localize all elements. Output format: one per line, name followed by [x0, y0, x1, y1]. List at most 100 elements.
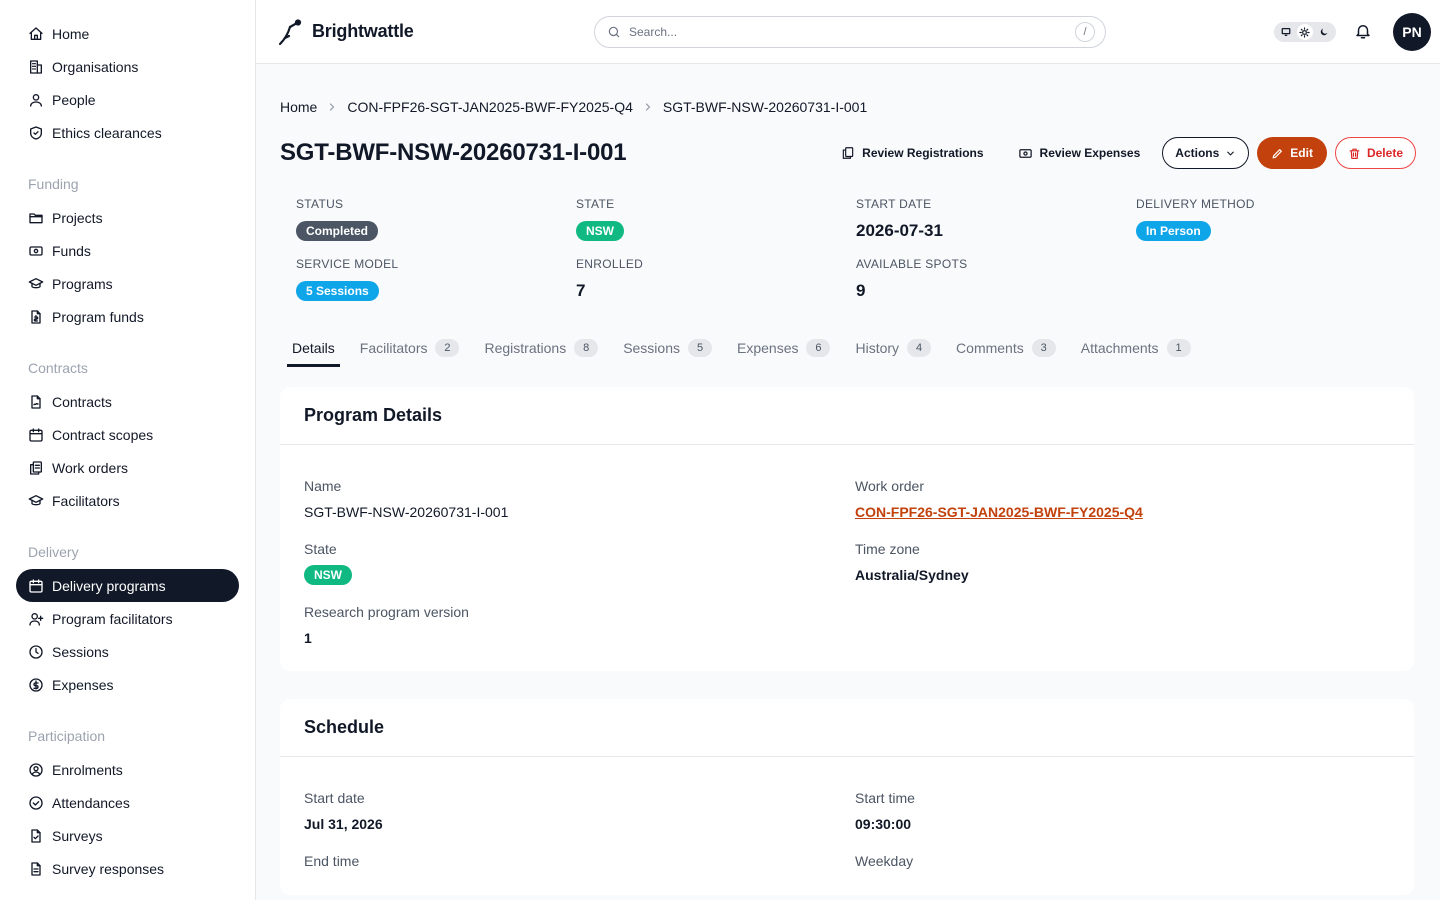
user-circle-icon [29, 762, 43, 777]
trash-icon [1349, 148, 1360, 159]
stat-label: ENROLLED [576, 257, 644, 271]
sidebar-item-program-facilitators[interactable]: Program facilitators [16, 602, 239, 635]
field-label: State [304, 541, 337, 557]
tab-details[interactable]: Details [287, 331, 340, 367]
sidebar-item-label: Surveys [52, 827, 103, 844]
sidebar-item-label: Delivery programs [52, 577, 166, 594]
sidebar-item-program-funds[interactable]: Program funds [16, 300, 239, 333]
sidebar-item-survey-responses[interactable]: Survey responses [16, 852, 239, 885]
state-badge: NSW [576, 221, 624, 241]
stat-delivery-method: DELIVERY METHOD In Person [1136, 197, 1416, 243]
sidebar-item-label: Home [52, 25, 90, 42]
graduation-cap-icon [28, 494, 44, 505]
review-expenses-button[interactable]: Review Expenses [1006, 137, 1153, 169]
search-box[interactable]: / [594, 16, 1106, 48]
sidebar-item-contracts[interactable]: Contracts [16, 385, 239, 418]
sidebar-item-ethics-clearances[interactable]: Ethics clearances [16, 116, 239, 149]
field-label: Start date [304, 790, 365, 806]
theme-toggle[interactable] [1274, 22, 1336, 42]
sidebar-item-work-orders[interactable]: Work orders [16, 451, 239, 484]
sidebar-item-label: Program facilitators [52, 610, 173, 627]
field-research-program-version: Research program version 1 [304, 604, 855, 647]
tab-count-badge: 1 [1166, 339, 1191, 357]
stat-state: STATE NSW [576, 197, 856, 243]
sidebar-item-facilitators[interactable]: Facilitators [16, 484, 239, 517]
work-order-link[interactable]: CON-FPF26-SGT-JAN2025-BWF-FY2025-Q4 [855, 504, 1143, 520]
stat-label: AVAILABLE SPOTS [856, 257, 968, 271]
sidebar-item-surveys[interactable]: Surveys [16, 819, 239, 852]
field-label: Work order [855, 478, 924, 494]
tab-attachments[interactable]: Attachments 1 [1076, 331, 1196, 365]
sidebar-item-delivery-programs[interactable]: Delivery programs [16, 569, 239, 602]
sidebar-item-label: Facilitators [52, 492, 120, 509]
theme-light-option[interactable] [1296, 24, 1313, 40]
field-start-date: Start date Jul 31, 2026 [304, 790, 855, 833]
sidebar-item-people[interactable]: People [16, 83, 239, 116]
review-registrations-button[interactable]: Review Registrations [829, 137, 995, 169]
delivery-method-badge: In Person [1136, 221, 1211, 241]
breadcrumb-home[interactable]: Home [280, 99, 317, 115]
clock-icon [29, 644, 43, 659]
stat-label: STATUS [296, 197, 344, 211]
sidebar-item-home[interactable]: Home [16, 17, 239, 50]
sun-icon [1299, 26, 1311, 38]
file-text-icon [31, 861, 41, 876]
title-row: SGT-BWF-NSW-20260731-I-001 Review Regist… [280, 135, 1416, 171]
tab-count-badge: 3 [1031, 339, 1056, 357]
notifications-button[interactable] [1354, 22, 1372, 43]
clipboard-copy-icon [30, 460, 42, 475]
tab-label: Details [292, 339, 335, 356]
actions-dropdown-button[interactable]: Actions [1162, 137, 1250, 169]
tab-sessions[interactable]: Sessions 5 [618, 331, 717, 365]
sidebar-item-attendances[interactable]: Attendances [16, 786, 239, 819]
stat-label: STATE [576, 197, 615, 211]
program-details-card: Program Details Name SGT-BWF-NSW-2026073… [280, 387, 1414, 671]
tab-registrations[interactable]: Registrations 8 [479, 331, 603, 365]
brand[interactable]: Brightwattle [276, 18, 414, 46]
sidebar-item-label: Expenses [52, 676, 114, 693]
brand-name: Brightwattle [312, 21, 414, 41]
sidebar-item-enrolments[interactable]: Enrolments [16, 753, 239, 786]
moon-icon [1320, 28, 1327, 36]
sidebar-item-label: Program funds [52, 308, 144, 325]
stat-label: START DATE [856, 197, 932, 211]
delete-button[interactable]: Delete [1334, 137, 1416, 169]
page-title: SGT-BWF-NSW-20260731-I-001 [280, 139, 627, 166]
building-icon [30, 59, 42, 74]
sidebar-item-label: People [52, 91, 96, 108]
avatar[interactable]: PN [1393, 13, 1431, 51]
stat-label: SERVICE MODEL [296, 257, 399, 271]
calendar-icon [29, 578, 43, 593]
review-expenses-label: Review Expenses [1039, 146, 1141, 160]
stat-enrolled: ENROLLED 7 [576, 257, 856, 303]
sidebar: Home Organisations People Ethics clearan… [0, 0, 256, 900]
sidebar-item-projects[interactable]: Projects [16, 201, 239, 234]
search-input[interactable] [629, 25, 1075, 39]
clipboard-icon [842, 147, 854, 159]
file-dollar-icon [31, 309, 41, 324]
sidebar-item-programs[interactable]: Programs [16, 267, 239, 300]
sidebar-item-expenses[interactable]: Expenses [16, 668, 239, 701]
tab-count-badge: 8 [574, 339, 599, 357]
check-circle-icon [29, 795, 43, 810]
chevron-right-icon [642, 101, 654, 113]
theme-system-option[interactable] [1278, 24, 1294, 40]
tab-expenses[interactable]: Expenses 6 [732, 331, 835, 365]
tab-comments[interactable]: Comments 3 [951, 331, 1061, 365]
tab-label: History [855, 340, 900, 356]
sidebar-item-sessions[interactable]: Sessions [16, 635, 239, 668]
sidebar-item-organisations[interactable]: Organisations [16, 50, 239, 83]
sidebar-item-funds[interactable]: Funds [16, 234, 239, 267]
tab-facilitators[interactable]: Facilitators 2 [355, 331, 465, 365]
search-icon [608, 26, 620, 38]
calendar-icon [29, 427, 43, 442]
sidebar-item-contract-scopes[interactable]: Contract scopes [16, 418, 239, 451]
search-shortcut-hint: / [1075, 22, 1095, 42]
breadcrumb-work-order[interactable]: CON-FPF26-SGT-JAN2025-BWF-FY2025-Q4 [347, 99, 633, 115]
theme-dark-option[interactable] [1316, 24, 1332, 40]
tab-history[interactable]: History 4 [850, 331, 936, 365]
edit-button[interactable]: Edit [1257, 137, 1327, 169]
sidebar-group-funding: Funding [28, 176, 79, 192]
field-value: Jul 31, 2026 [304, 816, 383, 832]
tab-label: Registrations [484, 340, 567, 356]
